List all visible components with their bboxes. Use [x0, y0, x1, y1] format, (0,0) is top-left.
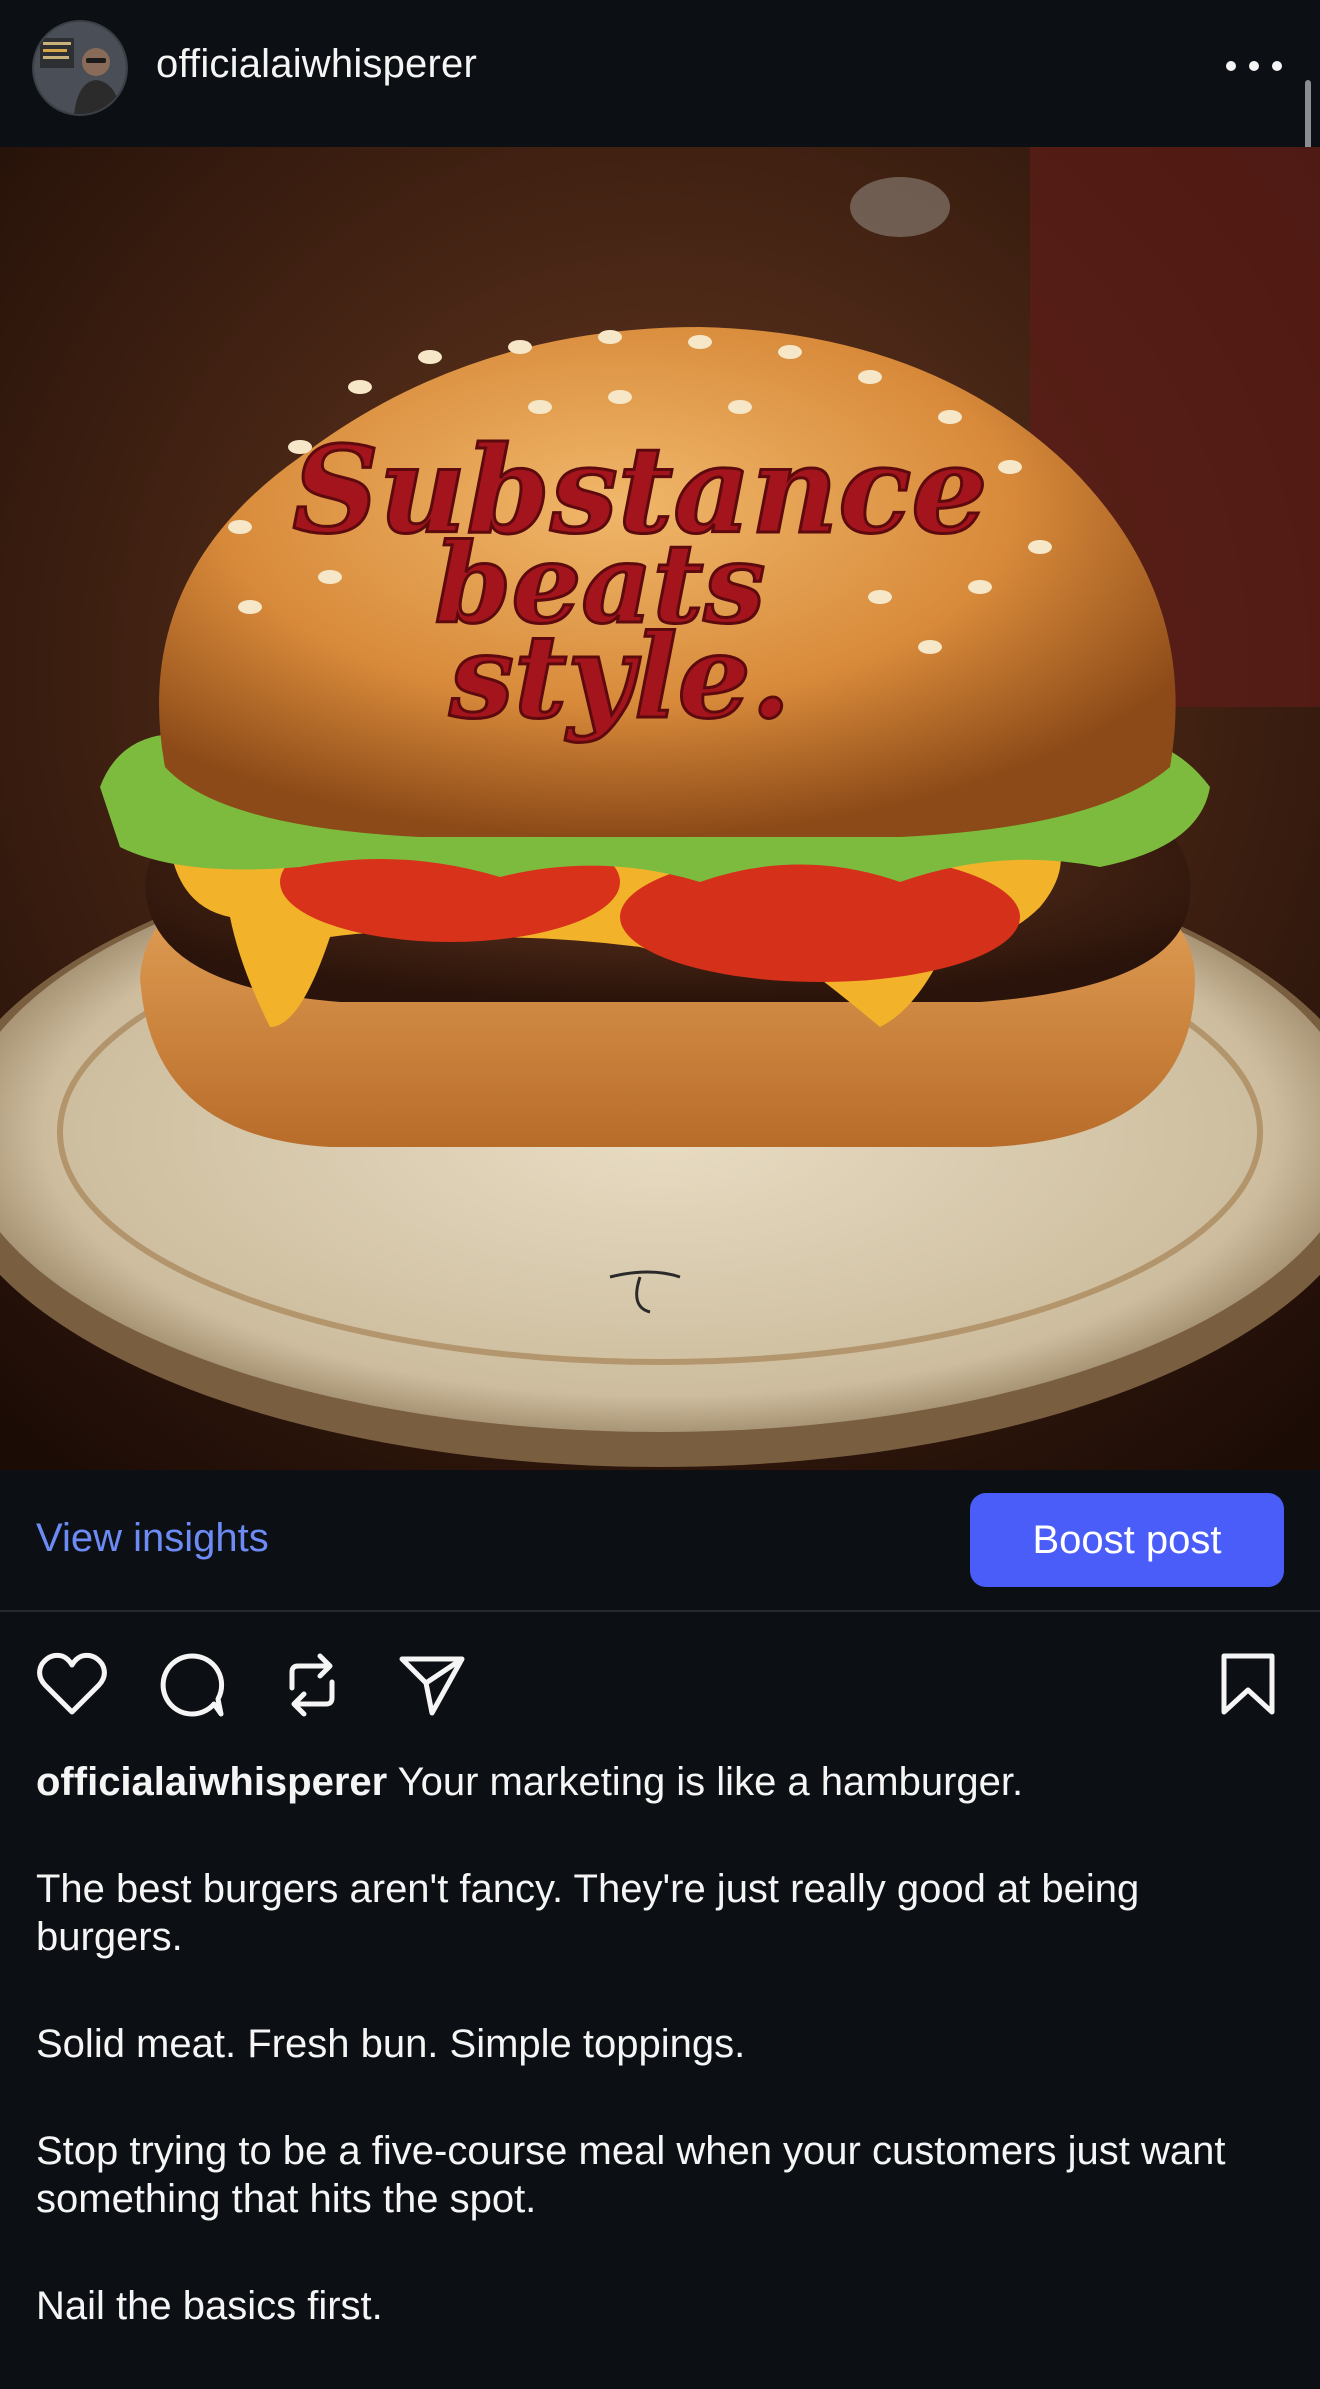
caption-first-line: officialaiwhisperer Your marketing is li… — [36, 1758, 1286, 1806]
caption-paragraph: Solid meat. Fresh bun. Simple toppings. — [36, 2022, 746, 2066]
post-image[interactable]: Substance beats style. — [0, 147, 1320, 1470]
caption-paragraph: The best burgers aren't fancy. They're j… — [36, 1867, 1140, 1959]
post-caption: officialaiwhisperer Your marketing is li… — [36, 1758, 1286, 2389]
comment-icon[interactable] — [158, 1651, 226, 1724]
boost-post-button[interactable]: Boost post — [970, 1493, 1284, 1587]
post-actions — [0, 1612, 1320, 1752]
repost-icon[interactable] — [282, 1650, 342, 1725]
heart-icon[interactable] — [36, 1652, 108, 1721]
profile-avatar[interactable] — [32, 20, 128, 116]
bun-text-line-3: style. — [448, 610, 791, 745]
caption-author[interactable]: officialaiwhisperer — [36, 1760, 387, 1804]
view-insights-link[interactable]: View insights — [36, 1516, 269, 1561]
caption-paragraph: Stop trying to be a five-course meal whe… — [36, 2129, 1226, 2221]
send-icon[interactable] — [398, 1653, 466, 1722]
bookmark-icon[interactable] — [1220, 1652, 1276, 1721]
caption-intro: Your marketing is like a hamburger. — [397, 1760, 1024, 1804]
post-author-username[interactable]: officialaiwhisperer — [156, 42, 477, 87]
caption-paragraph: Nail the basics first. — [36, 2284, 383, 2328]
insights-bar: View insights Boost post — [0, 1470, 1320, 1612]
more-options-icon[interactable] — [1226, 52, 1282, 80]
post-header: officialaiwhisperer — [0, 0, 1320, 332]
